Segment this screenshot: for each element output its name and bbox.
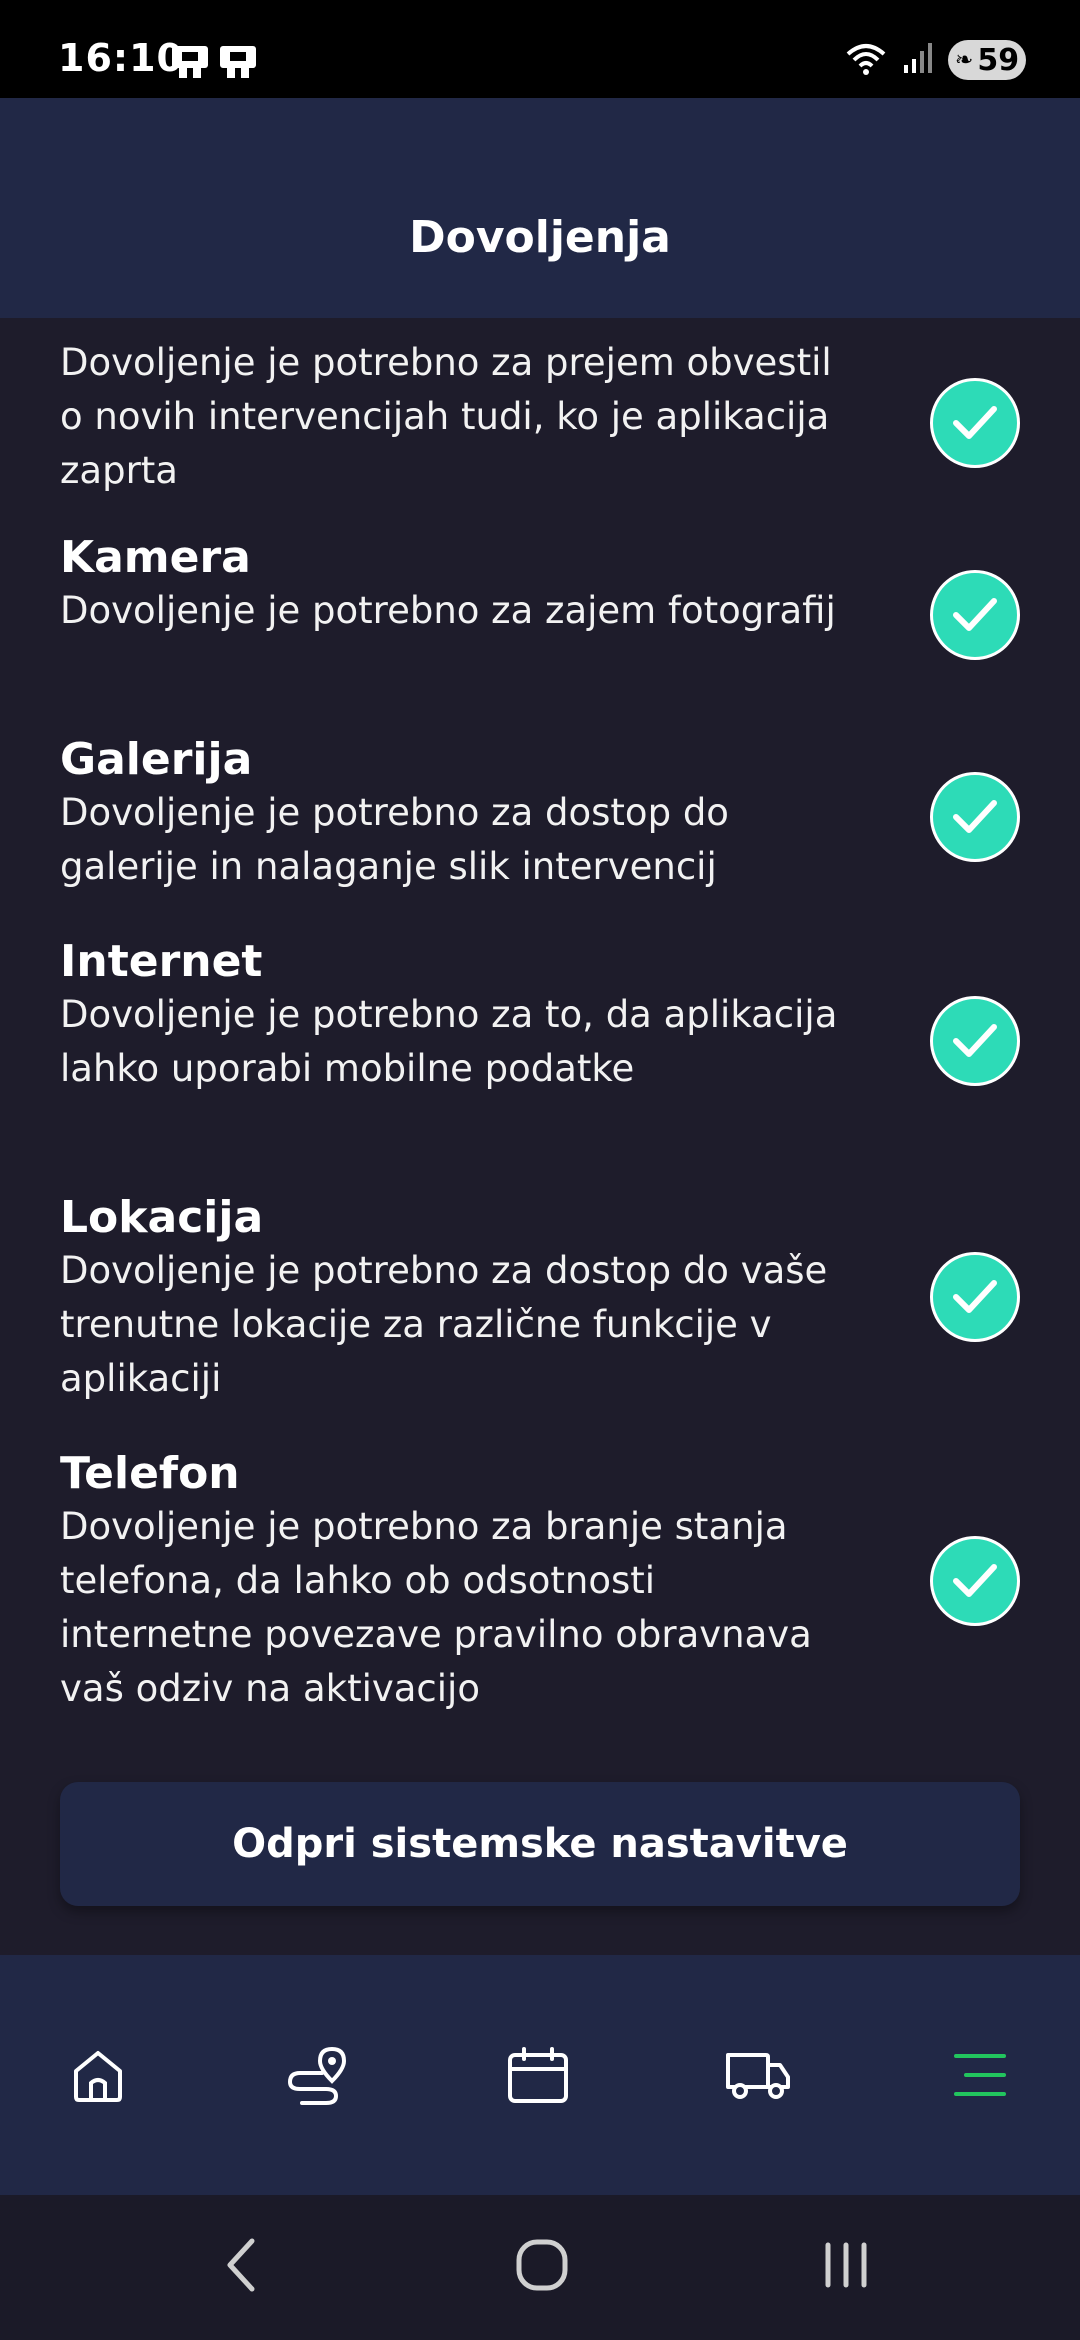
sim-notification-icon [218, 44, 258, 80]
nav-route[interactable] [278, 2042, 358, 2112]
permission-title: Kamera [60, 532, 251, 583]
wifi-icon [844, 40, 888, 80]
permission-title [60, 318, 1020, 336]
granted-check-icon [930, 378, 1020, 468]
system-recents-button[interactable] [806, 2232, 886, 2302]
granted-check-icon [930, 996, 1020, 1086]
calendar-icon [506, 2045, 570, 2109]
recents-icon [818, 2237, 874, 2297]
permission-description: Dovoljenje je potrebno za to, da aplikac… [60, 993, 838, 1090]
permission-item-location: Lokacija Dovoljenje je potrebno za dosto… [60, 1192, 1020, 1406]
status-bar: 16:10 ❧ 59 [0, 0, 1080, 98]
page-title: Dovoljenja [409, 212, 671, 263]
system-back-button[interactable] [202, 2232, 282, 2302]
granted-check-icon [930, 1252, 1020, 1342]
permissions-list[interactable]: Dovoljenje je potrebno za prejem obvesti… [0, 318, 1080, 1955]
status-indicators: ❧ 59 [844, 38, 1026, 82]
status-time: 16:10 [58, 36, 184, 80]
permission-title: Internet [60, 936, 263, 987]
nav-menu[interactable] [940, 2042, 1020, 2112]
permission-description: Dovoljenje je potrebno za dostop do gale… [60, 791, 729, 888]
permission-description: Dovoljenje je potrebno za dostop do vaše… [60, 1249, 828, 1400]
permission-item-notifications: Dovoljenje je potrebno za prejem obvesti… [60, 318, 1020, 498]
leaf-icon: ❧ [954, 47, 974, 73]
signal-icon [902, 41, 934, 79]
menu-icon [950, 2050, 1010, 2104]
back-icon [222, 2237, 262, 2297]
battery-indicator: ❧ 59 [948, 40, 1026, 80]
permission-description: Dovoljenje je potrebno za prejem obvesti… [60, 341, 832, 492]
permission-item-phone: Telefon Dovoljenje je potrebno za branje… [60, 1448, 1020, 1716]
permission-description: Dovoljenje je potrebno za zajem fotograf… [60, 589, 836, 632]
permission-title: Telefon [60, 1448, 240, 1499]
nav-home[interactable] [58, 2042, 138, 2112]
granted-check-icon [930, 570, 1020, 660]
granted-check-icon [930, 1536, 1020, 1626]
home-icon [68, 2045, 128, 2109]
nav-vehicles[interactable] [718, 2042, 798, 2112]
granted-check-icon [930, 772, 1020, 862]
permission-description: Dovoljenje je potrebno za branje stanja … [60, 1505, 812, 1710]
system-home-button[interactable] [502, 2232, 582, 2302]
permission-item-gallery: Galerija Dovoljenje je potrebno za dosto… [60, 734, 1020, 894]
battery-level: 59 [977, 42, 1020, 78]
permission-item-camera: Kamera Dovoljenje je potrebno za zajem f… [60, 532, 1020, 660]
permission-title: Galerija [60, 734, 253, 785]
permission-item-internet: Internet Dovoljenje je potrebno za to, d… [60, 936, 1020, 1096]
truck-icon [724, 2047, 792, 2107]
sim-notification-icon [170, 44, 210, 80]
open-system-settings-button[interactable]: Odpri sistemske nastavitve [60, 1782, 1020, 1906]
nav-calendar[interactable] [498, 2042, 578, 2112]
app-header [0, 98, 1080, 318]
permission-title: Lokacija [60, 1192, 264, 1243]
route-icon [286, 2043, 350, 2111]
home-circle-icon [514, 2237, 570, 2297]
